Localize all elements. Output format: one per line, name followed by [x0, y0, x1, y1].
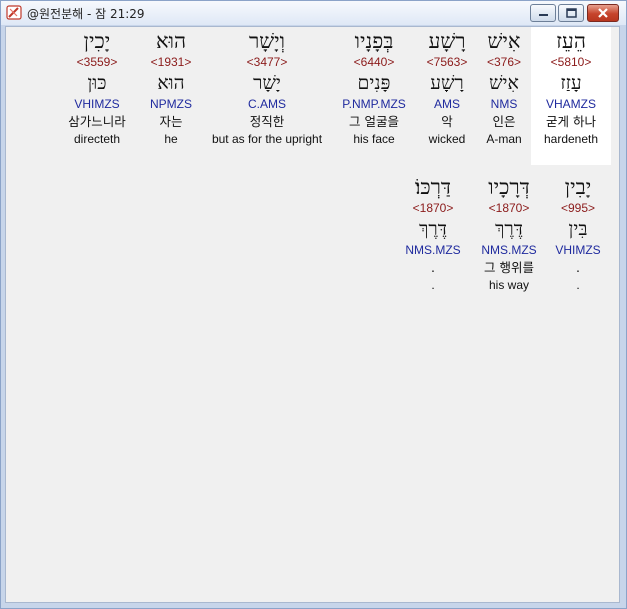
hebrew-word: וְיָשָׁר	[248, 29, 286, 53]
parsing-code: NMS.MZS	[481, 243, 537, 257]
lexical-form: עָזַז	[560, 72, 582, 94]
english-gloss: hardeneth	[543, 132, 599, 146]
word-cell[interactable]: דְּרָכָיו <1870> דֶּרֶךְ NMS.MZS 그 행위를 h…	[472, 173, 546, 305]
strongs-number: <1870>	[412, 201, 454, 215]
window-title: @원전분해 - 잠 21:29	[27, 7, 145, 21]
english-gloss: but as for the upright	[211, 132, 323, 146]
hebrew-word: בְּפָנָיו	[354, 29, 394, 53]
strongs-number: <995>	[560, 201, 596, 215]
close-button[interactable]	[587, 4, 619, 22]
lexical-form: פָּנִים	[357, 72, 391, 94]
hebrew-word: דְּרָכָיו	[488, 175, 530, 199]
hebrew-word: יָבִין	[564, 175, 592, 199]
hebrew-word: הוּא	[155, 29, 187, 53]
english-gloss: his way	[488, 278, 529, 292]
word-cell[interactable]: הוּא <1931> הוּא NPMZS 자는 he	[142, 27, 200, 165]
english-gloss: his face	[353, 132, 395, 146]
hebrew-word: הֵעֵז	[556, 29, 586, 53]
app-icon	[6, 4, 22, 20]
korean-gloss: 인은	[492, 114, 516, 129]
korean-gloss: 악	[441, 114, 453, 129]
parsing-code: P.NMP.MZS	[342, 97, 406, 111]
english-gloss: he	[164, 132, 178, 146]
parsing-code: VHAMZS	[545, 97, 596, 111]
lexical-form: הוּא	[157, 72, 185, 94]
english-gloss: .	[576, 278, 580, 292]
lexical-form: יָשָׁר	[253, 72, 281, 94]
parsing-code: VHIMZS	[555, 243, 601, 257]
korean-gloss: .	[431, 260, 435, 275]
strongs-number: <1870>	[488, 201, 530, 215]
korean-gloss: 자는	[159, 114, 183, 129]
korean-gloss: 삼가느니라	[68, 114, 126, 129]
word-cell[interactable]: בְּפָנָיו <6440> פָּנִים P.NMP.MZS 그 얼굴을…	[334, 27, 414, 165]
strongs-number: <1931>	[150, 55, 192, 69]
hebrew-word: יָכִין	[83, 29, 111, 53]
korean-gloss: 그 얼굴을	[349, 114, 399, 129]
word-cell[interactable]: יָבִין <995> בִּין VHIMZS . .	[546, 173, 610, 305]
lexical-form: בִּין	[568, 218, 588, 240]
strongs-number: <376>	[486, 55, 522, 69]
parsing-code: NMS	[490, 97, 518, 111]
hebrew-word: אִישׁ	[487, 29, 521, 53]
korean-gloss: 그 행위를	[484, 260, 534, 275]
strongs-number: <3477>	[246, 55, 288, 69]
english-gloss: A-man	[486, 132, 522, 146]
strongs-number: <5810>	[550, 55, 592, 69]
lexical-form: דֶּרֶךְ	[419, 218, 447, 240]
korean-gloss: 정직한	[249, 114, 285, 129]
parsing-code: NMS.MZS	[405, 243, 461, 257]
minimize-button[interactable]	[530, 4, 556, 22]
lexical-form: כּוּן	[87, 72, 107, 94]
title-bar[interactable]: @원전분해 - 잠 21:29	[1, 1, 626, 25]
korean-gloss: 굳게 하나	[546, 114, 596, 129]
app-window: @원전분해 - 잠 21:29 הֵעֵז <5810> עָזַז VHAMZ…	[0, 0, 627, 609]
lexical-form: דֶּרֶךְ	[495, 218, 523, 240]
strongs-number: <3559>	[76, 55, 118, 69]
hebrew-word: רָשָׁע	[428, 29, 466, 53]
parsing-code: C.AMS	[247, 97, 286, 111]
lexical-form: רָשָׁע	[430, 72, 464, 94]
parsing-code: NPMZS	[150, 97, 192, 111]
korean-gloss: .	[576, 260, 580, 275]
hebrew-word: דַּרְכּוֹ׃	[414, 175, 452, 199]
strongs-number: <7563>	[426, 55, 468, 69]
english-gloss: .	[431, 278, 435, 292]
maximize-button[interactable]	[558, 4, 584, 22]
interlinear-panel: הֵעֵז <5810> עָזַז VHAMZS 굳게 하나 hardenet…	[5, 26, 620, 603]
word-cell[interactable]: וְיָשָׁר <3477> יָשָׁר C.AMS 정직한 but as …	[204, 27, 330, 165]
lexical-form: אִישׁ	[489, 72, 519, 94]
word-cell[interactable]: הֵעֵז <5810> עָזַז VHAMZS 굳게 하나 hardenet…	[531, 27, 611, 165]
parsing-code: AMS	[433, 97, 460, 111]
strongs-number: <6440>	[353, 55, 395, 69]
english-gloss: directeth	[73, 132, 121, 146]
english-gloss: wicked	[428, 132, 466, 146]
word-cell[interactable]: רָשָׁע <7563> רָשָׁע AMS 악 wicked	[415, 27, 479, 165]
parsing-code: VHIMZS	[74, 97, 120, 111]
word-cell[interactable]: דַּרְכּוֹ׃ <1870> דֶּרֶךְ NMS.MZS . .	[396, 173, 470, 305]
word-cell[interactable]: יָכִין <3559> כּוּן VHIMZS 삼가느니라 directe…	[56, 27, 138, 165]
word-cell[interactable]: אִישׁ <376> אִישׁ NMS 인은 A-man	[474, 27, 534, 165]
